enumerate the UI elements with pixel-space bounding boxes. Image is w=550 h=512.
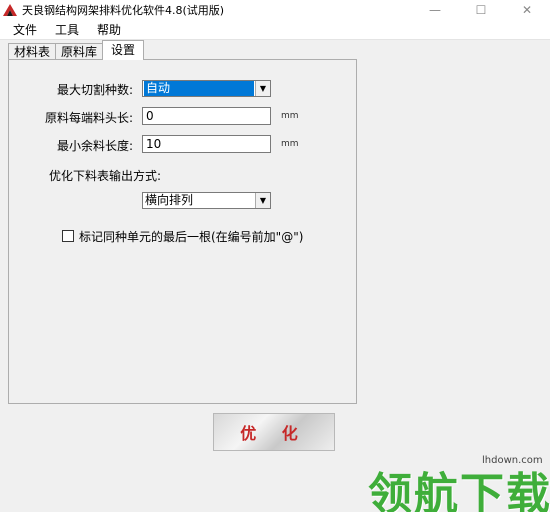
- chevron-down-icon[interactable]: ▼: [255, 81, 270, 96]
- app-logo-icon: [2, 2, 18, 18]
- settings-panel: 最大切割种数: 自动 ▼ 原料每端料头长: 0 mm 最小余料长度: 10 mm…: [8, 59, 357, 404]
- max-cut-types-value: 自动: [144, 81, 254, 96]
- tab-strip: 材料表 原料库 设置: [8, 40, 145, 60]
- close-button[interactable]: ✕: [504, 0, 550, 20]
- window-title: 天良钢结构网架排料优化软件4.8(试用版): [22, 4, 225, 17]
- tab-stock[interactable]: 原料库: [55, 43, 104, 60]
- min-remain-input[interactable]: 10: [142, 135, 271, 153]
- watermark: lhdown.com 领航下载: [364, 452, 550, 512]
- max-cut-types-label: 最大切割种数:: [57, 83, 134, 97]
- mark-last-label[interactable]: 标记同种单元的最后一根(在编号前加"@"): [79, 228, 303, 245]
- minimize-button[interactable]: —: [412, 0, 458, 20]
- window-controls: — ☐ ✕: [412, 0, 550, 20]
- max-cut-types-select[interactable]: 自动 ▼: [142, 80, 271, 97]
- output-mode-label: 优化下料表输出方式:: [49, 169, 162, 183]
- min-remain-unit: mm: [281, 139, 299, 149]
- tab-materials[interactable]: 材料表: [8, 43, 57, 60]
- head-length-input[interactable]: 0: [142, 107, 271, 125]
- title-bar: 天良钢结构网架排料优化软件4.8(试用版) — ☐ ✕: [0, 0, 550, 20]
- tab-settings[interactable]: 设置: [102, 40, 145, 60]
- head-length-label: 原料每端料头长:: [45, 111, 134, 125]
- min-remain-label: 最小余料长度:: [57, 139, 134, 153]
- maximize-button[interactable]: ☐: [458, 0, 504, 20]
- chevron-down-icon[interactable]: ▼: [255, 193, 270, 208]
- menu-bar: 文件 工具 帮助: [0, 20, 550, 40]
- menu-help[interactable]: 帮助: [88, 21, 130, 39]
- optimize-button[interactable]: 优 化: [213, 413, 335, 451]
- menu-file[interactable]: 文件: [4, 21, 46, 39]
- watermark-text: 领航下载: [368, 469, 550, 512]
- menu-tools[interactable]: 工具: [46, 21, 88, 39]
- mark-last-checkbox[interactable]: [62, 230, 74, 242]
- head-length-unit: mm: [281, 111, 299, 121]
- output-mode-value: 横向排列: [145, 193, 194, 207]
- output-mode-select[interactable]: 横向排列 ▼: [142, 192, 271, 209]
